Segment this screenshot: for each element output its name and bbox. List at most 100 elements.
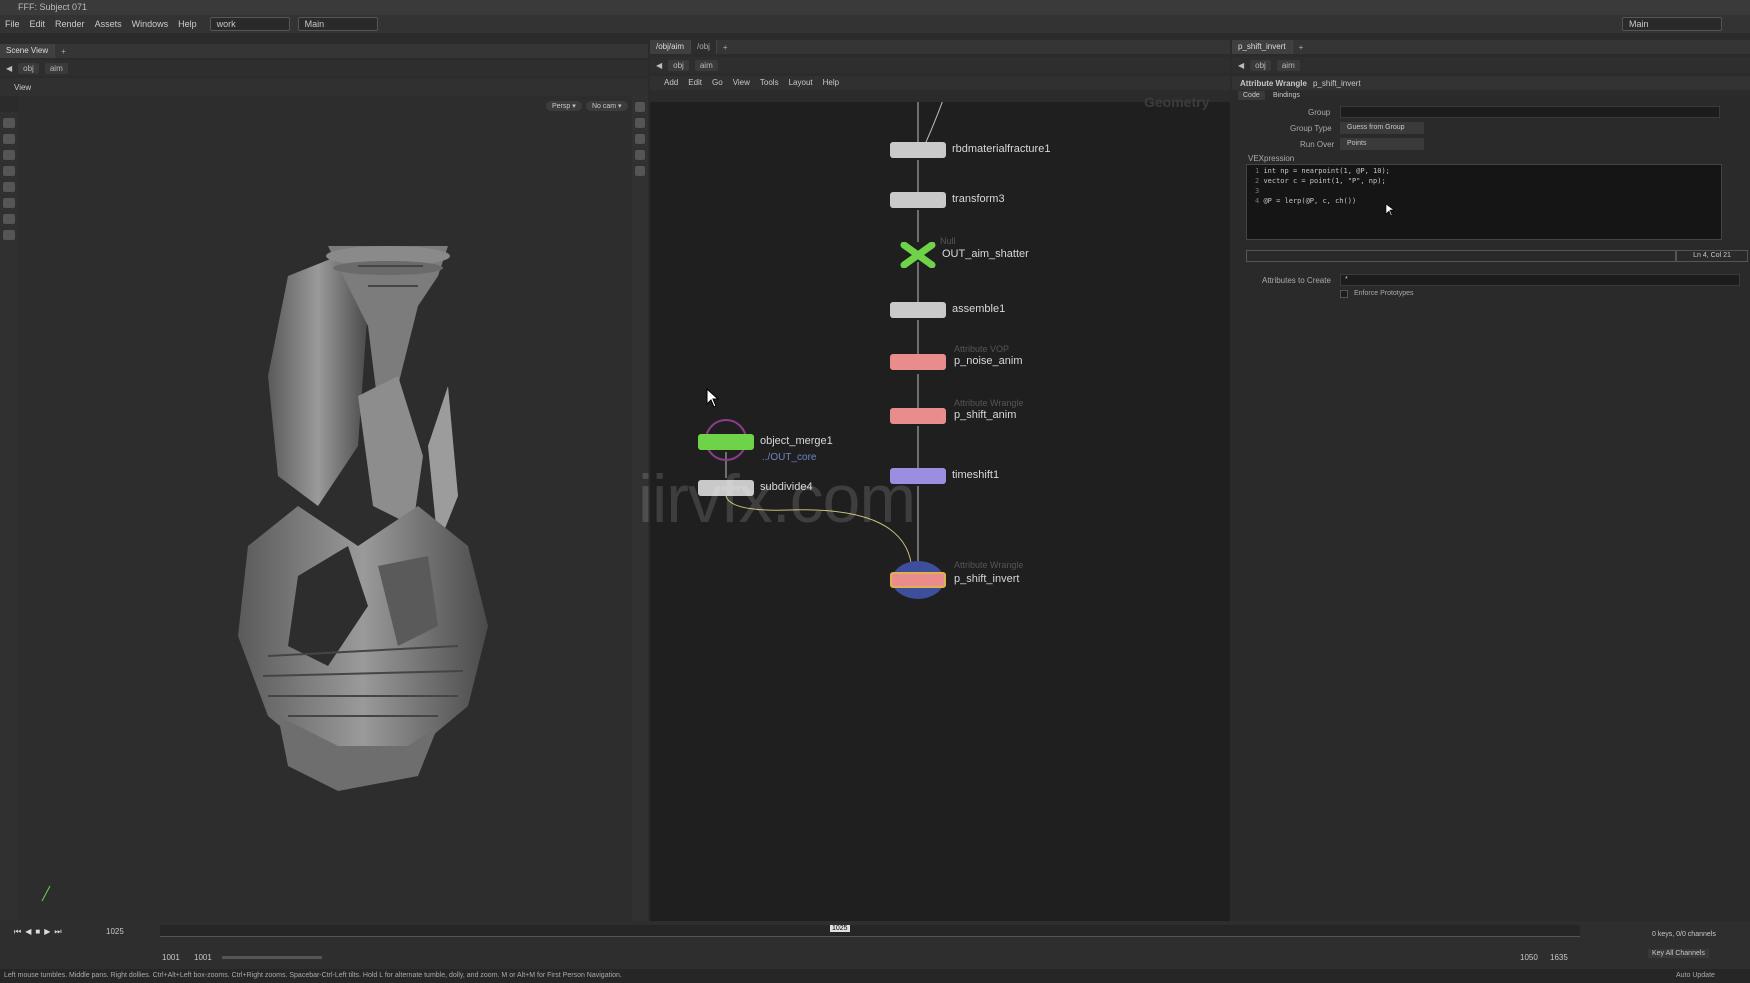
node-body[interactable] (890, 302, 946, 318)
jump-start-icon[interactable]: ⏮ (14, 927, 21, 937)
menu-file[interactable]: File (0, 19, 25, 29)
3d-viewport[interactable]: Persp ▾ No cam ▾ (18, 96, 632, 921)
scale-tool-icon[interactable] (3, 166, 15, 176)
range-slider[interactable] (222, 956, 322, 959)
path-obj[interactable]: obj (668, 59, 689, 71)
playhead-marker[interactable]: 1025 (830, 925, 850, 932)
tab-obj[interactable]: /obj (691, 40, 717, 54)
range-end-field[interactable]: 1050 (1520, 953, 1538, 962)
key-all-channels-button[interactable]: Key All Channels (1648, 949, 1709, 958)
stop-icon[interactable]: ■ (35, 927, 40, 937)
view-tool-icon[interactable] (3, 214, 15, 224)
add-tab-icon[interactable]: + (717, 43, 728, 52)
code-line-2: 2 vector c = point(1, "P", np); (1255, 177, 1386, 185)
path-aim[interactable]: aim (1276, 59, 1300, 71)
snap-icon[interactable] (635, 102, 645, 112)
move-tool-icon[interactable] (3, 134, 15, 144)
desktop-select[interactable]: work (209, 17, 290, 31)
attr-create-label: Attributes to Create (1262, 276, 1331, 285)
node-body[interactable] (890, 408, 946, 424)
handle-tool-icon[interactable] (3, 198, 15, 208)
display-icon[interactable] (635, 166, 645, 176)
camera-button[interactable]: No cam ▾ (586, 101, 628, 111)
axis-gizmo (41, 885, 51, 902)
subtab-bindings[interactable]: Bindings (1268, 91, 1305, 100)
menu-help[interactable]: Help (173, 19, 202, 29)
frame-ruler[interactable] (160, 925, 1580, 937)
grid-icon[interactable] (635, 118, 645, 128)
path-obj[interactable]: obj (1250, 59, 1271, 71)
tab-params[interactable]: p_shift_invert (1232, 40, 1293, 54)
add-tab-icon[interactable]: + (1293, 43, 1304, 52)
fractured-vase-model (238, 246, 488, 791)
net-menu-layout[interactable]: Layout (789, 76, 813, 90)
node-type: Null (940, 236, 956, 246)
menu-render[interactable]: Render (50, 19, 90, 29)
net-menu-help[interactable]: Help (823, 76, 839, 90)
node-out-aim-shatter[interactable]: Null OUT_aim_shatter (900, 236, 1029, 270)
network-pathbar: ◀ obj aim (650, 57, 1230, 73)
range-start2-field[interactable]: 1001 (194, 953, 212, 962)
range-start-field[interactable]: 1001 (162, 953, 180, 962)
magnet-icon[interactable] (3, 230, 15, 240)
workspace-right-select[interactable]: Main (1622, 17, 1722, 31)
range-end2-field[interactable]: 1635 (1550, 953, 1568, 962)
node-label: rbdmaterialfracture1 (952, 143, 1051, 155)
node-type: Attribute Wrangle (954, 560, 1024, 570)
path-obj[interactable]: obj (18, 62, 39, 74)
net-menu-edit[interactable]: Edit (688, 76, 702, 90)
attr-create-field[interactable]: * (1340, 274, 1740, 286)
menu-edit[interactable]: Edit (25, 19, 51, 29)
subtab-code[interactable]: Code (1238, 91, 1265, 100)
auto-update-button[interactable]: Auto Update (1676, 969, 1715, 983)
menu-assets[interactable]: Assets (90, 19, 127, 29)
light-icon[interactable] (635, 134, 645, 144)
group-field[interactable] (1340, 106, 1720, 118)
back-icon[interactable]: ◀ (1238, 61, 1244, 70)
node-body[interactable] (890, 142, 946, 158)
tab-obj-aim[interactable]: /obj/aim (650, 40, 692, 54)
node-body[interactable] (890, 354, 946, 370)
node-label: p_shift_anim (954, 409, 1017, 421)
run-over-label: Run Over (1300, 140, 1335, 149)
add-tab-icon[interactable]: + (55, 47, 66, 56)
enforce-checkbox[interactable] (1340, 290, 1348, 298)
node-body[interactable] (890, 192, 946, 208)
code-line-4: 4 @P = lerp(@P, c, ch()) (1255, 197, 1357, 205)
tab-scene-view[interactable]: Scene View (0, 44, 56, 58)
group-type-select[interactable]: Guess from Group (1340, 122, 1424, 134)
select-tool-icon[interactable] (3, 118, 15, 128)
jump-end-icon[interactable]: ⏭ (54, 927, 61, 937)
node-body[interactable] (698, 434, 754, 450)
watermark-text: iirvfx.com (638, 461, 916, 537)
code-line-1: 1 int np = nearpoint(1, @P, 10); (1255, 167, 1390, 175)
node-body[interactable] (890, 572, 946, 588)
menu-windows[interactable]: Windows (127, 19, 174, 29)
net-menu-go[interactable]: Go (712, 76, 723, 90)
net-menu-tools[interactable]: Tools (760, 76, 779, 90)
node-name-field[interactable]: p_shift_invert (1313, 79, 1361, 88)
net-menu-add[interactable]: Add (664, 76, 678, 90)
run-over-select[interactable]: Points (1340, 138, 1424, 150)
camera-icon[interactable] (635, 150, 645, 160)
vex-code-editor[interactable]: 1 int np = nearpoint(1, @P, 10); 2 vecto… (1246, 164, 1722, 240)
play-icon[interactable]: ▶ (44, 927, 50, 937)
node-label: p_shift_invert (954, 573, 1020, 585)
null-node-icon[interactable] (900, 241, 936, 269)
workspace-select[interactable]: Main (297, 17, 378, 31)
back-icon[interactable]: ◀ (6, 64, 12, 73)
path-aim[interactable]: aim (694, 59, 718, 71)
network-graph[interactable]: Geometry rbdmaterialfracture1 transform3… (638, 94, 1230, 921)
parameter-panel: Code Bindings Group Group Type Guess fro… (1232, 91, 1750, 921)
node-label: assemble1 (952, 303, 1006, 315)
node-type-label: Attribute Wrangle (1240, 78, 1307, 88)
rotate-tool-icon[interactable] (3, 150, 15, 160)
back-icon[interactable]: ◀ (656, 61, 662, 70)
current-frame-field[interactable]: 1025 (106, 927, 124, 936)
status-bar: Left mouse tumbles. Middle pans. Right d… (0, 969, 1750, 983)
net-menu-view[interactable]: View (733, 76, 750, 90)
persp-button[interactable]: Persp ▾ (546, 101, 582, 111)
path-aim[interactable]: aim (44, 62, 68, 74)
pose-tool-icon[interactable] (3, 182, 15, 192)
step-back-icon[interactable]: ◀ (25, 927, 31, 937)
